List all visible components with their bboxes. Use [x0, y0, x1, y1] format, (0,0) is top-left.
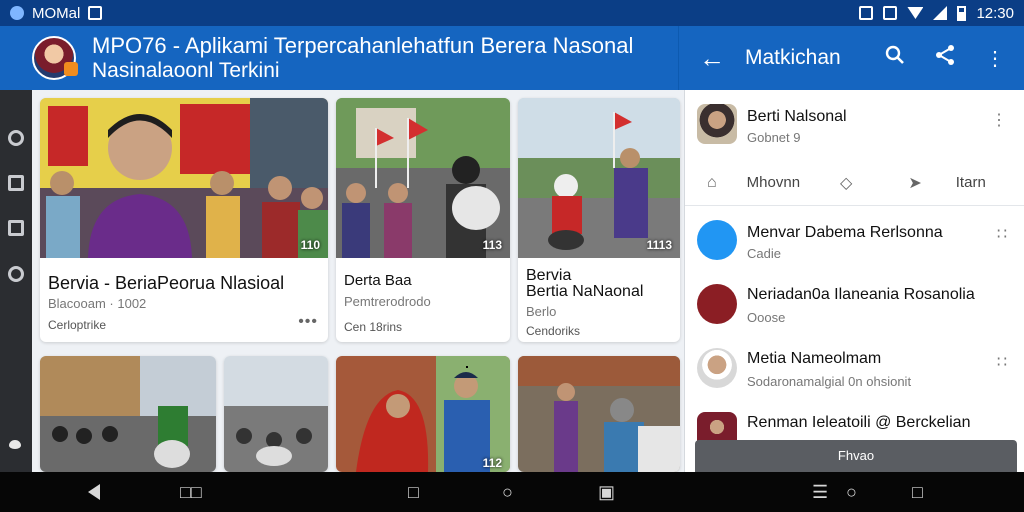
- bookmark-icon[interactable]: [8, 175, 24, 191]
- card-subtitle: Pemtrerodrodo: [344, 294, 431, 309]
- document-icon[interactable]: [8, 220, 24, 236]
- list-item-title: Menvar Dabema Rerlsonna: [747, 224, 943, 241]
- back-arrow-icon[interactable]: ←: [699, 43, 729, 74]
- search-icon[interactable]: [880, 45, 910, 71]
- navigation-bar: □□ □ ○ ▣ ☰ ○ □: [0, 472, 1024, 512]
- news-photo: [518, 98, 680, 258]
- cast-icon: [859, 6, 874, 20]
- card-title: Bervia - BeriaPeorua Nlasioal: [48, 273, 285, 293]
- card-more-icon[interactable]: •••: [298, 313, 318, 331]
- card-subtitle: Blacooam · 1002: [48, 296, 147, 311]
- detail-panel: Berti Nalsonal Gobnet 9 ⋮ ⌂ Mhovnn ◇ ➤ I…: [684, 90, 1024, 472]
- refresh-icon[interactable]: [8, 130, 24, 146]
- app-icon: [697, 220, 737, 260]
- refresh-button[interactable]: Fhvao: [695, 440, 1017, 472]
- card-subtitle: Berlo: [526, 304, 557, 319]
- news-photo: [336, 98, 510, 258]
- carrier-label: MOMal: [32, 4, 81, 22]
- news-grid: 110 Bervia - BeriaPeorua Nlasioal Blacoo…: [32, 90, 684, 472]
- profile-avatar[interactable]: [32, 36, 78, 80]
- share-icon[interactable]: ➤: [908, 173, 921, 193]
- photo-count-badge: 1113: [646, 238, 672, 252]
- app-title-line2: Nasinalaoonl Terkini: [92, 59, 280, 82]
- recents-icon[interactable]: ▣: [598, 482, 615, 503]
- home-circle-icon[interactable]: ○: [502, 482, 513, 503]
- news-photo: [224, 356, 328, 472]
- news-card[interactable]: 1113 Bervia Bertia NaNaonal Berlo Cendor…: [518, 98, 680, 342]
- news-card[interactable]: [518, 356, 680, 472]
- signal-icon: [933, 6, 948, 20]
- avatar: [697, 348, 737, 388]
- list-item[interactable]: Metia Nameolmam Sodaronamalgial 0n ohsio…: [685, 346, 1024, 394]
- app-screen: MOMal 12:30 MPO76 - Aplikami Terpercahan…: [0, 0, 1024, 512]
- list-item[interactable]: Berti Nalsonal Gobnet 9 ⋮: [685, 102, 1024, 150]
- news-card[interactable]: [224, 356, 328, 472]
- list-item[interactable]: Menvar Dabema Rerlsonna Cadie ∷: [685, 218, 1024, 266]
- app-bar: MPO76 - Aplikami Terpercahanlehatfun Ber…: [0, 26, 1024, 90]
- card-title: Bervia Bertia NaNaonal: [526, 267, 644, 300]
- app-notification-icon: [10, 6, 24, 20]
- diamond-icon[interactable]: ◇: [840, 173, 852, 193]
- news-photo: [40, 356, 216, 472]
- panel-title: Matkichan: [745, 46, 841, 69]
- photo-count-badge: 113: [482, 238, 502, 252]
- more-vertical-icon[interactable]: ⋮: [980, 46, 1010, 71]
- list-item-title: Neriadan0a Ilaneania Rosanolia: [747, 286, 975, 303]
- action-button[interactable]: Mhovnn: [747, 174, 800, 191]
- list-item-title: Metia Nameolmam: [747, 350, 882, 367]
- menu-icon[interactable]: ☰: [812, 482, 828, 503]
- list-item-title: Berti Nalsonal: [747, 108, 847, 125]
- action-bar: ⌂ Mhovnn ◇ ➤ Itarn: [685, 160, 1024, 206]
- more-vertical-icon[interactable]: ⋮: [991, 110, 1007, 130]
- avatar-badge-icon: [64, 62, 78, 76]
- app-icon: [697, 284, 737, 324]
- action-button[interactable]: Itarn: [956, 174, 986, 191]
- photo-count-badge: 110: [300, 238, 320, 252]
- list-item-title: Renman Ieleatoili @ Berckelian: [747, 414, 971, 431]
- home-circle-icon[interactable]: ○: [846, 482, 857, 503]
- news-card[interactable]: 110 Bervia - BeriaPeorua Nlasioal Blacoo…: [40, 98, 328, 342]
- app-title-line1: MPO76 - Aplikami Terpercahanlehatfun Ber…: [92, 33, 634, 58]
- side-rail: [0, 90, 32, 472]
- card-title: Derta Baa: [344, 272, 412, 289]
- home-outline-icon[interactable]: ⌂: [707, 174, 717, 192]
- avatar: [697, 104, 737, 144]
- news-card[interactable]: 112: [336, 356, 510, 472]
- news-card[interactable]: 113 Derta Baa Pemtrerodrodo Cen 18rins: [336, 98, 510, 342]
- photo-count-badge: 112: [482, 456, 502, 470]
- drag-handle-icon[interactable]: ∷: [997, 224, 1007, 244]
- news-photo: [336, 356, 510, 472]
- square-icon[interactable]: □: [408, 482, 419, 503]
- battery-icon: [957, 5, 967, 21]
- drag-handle-icon[interactable]: ∷: [997, 352, 1007, 372]
- home-icon[interactable]: [9, 440, 21, 449]
- settings-icon[interactable]: [8, 266, 24, 282]
- list-item-subtitle: Sodaronamalgial 0n ohsionit: [747, 374, 912, 389]
- split-screen-icon[interactable]: □□: [180, 482, 202, 503]
- card-meta: Cerloptrike: [48, 318, 107, 332]
- list-item-subtitle: Gobnet 9: [747, 130, 801, 145]
- wifi-icon: [907, 7, 924, 19]
- status-bar: MOMal 12:30: [0, 0, 1024, 26]
- card-meta: Cen 18rins: [344, 320, 403, 334]
- card-meta: Cendoriks: [526, 324, 581, 338]
- screenshot-icon: [88, 6, 103, 20]
- list-item[interactable]: Renman Ieleatoili @ Berckelian: [685, 408, 1024, 442]
- list-item-subtitle: Ooose: [747, 310, 786, 325]
- app-title: MPO76 - Aplikami Terpercahanlehatfun Ber…: [92, 33, 633, 83]
- list-item[interactable]: Neriadan0a Ilaneania Rosanolia Ooose: [685, 282, 1024, 330]
- clock: 12:30: [976, 4, 1014, 22]
- list-item-subtitle: Cadie: [747, 246, 781, 261]
- share-icon[interactable]: [930, 44, 960, 72]
- avatar: [697, 412, 737, 442]
- square-icon[interactable]: □: [912, 482, 923, 503]
- news-photo: [40, 98, 328, 258]
- nfc-icon: [883, 6, 898, 20]
- back-icon[interactable]: [88, 484, 100, 500]
- news-photo: [518, 356, 680, 472]
- news-card[interactable]: [40, 356, 216, 472]
